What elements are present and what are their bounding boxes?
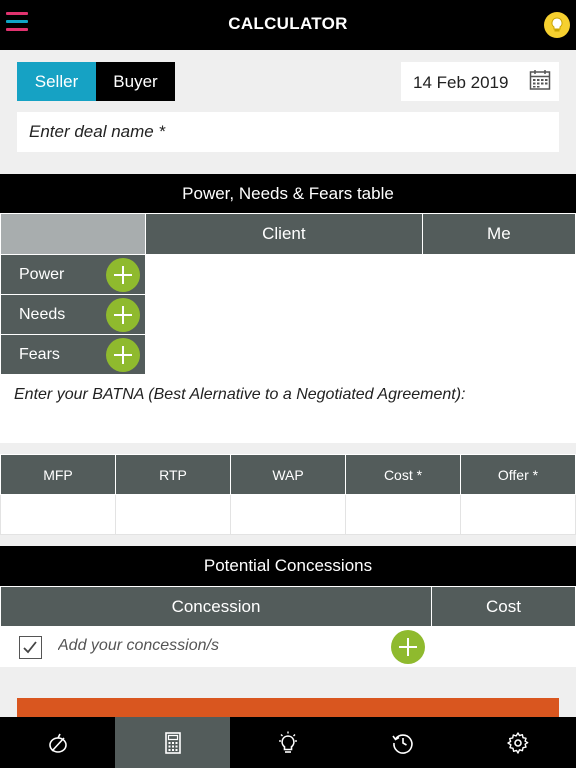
- history-icon: [392, 733, 413, 754]
- pnf-row-fears: Fears: [0, 334, 146, 375]
- concessions-title: Potential Concessions: [0, 546, 576, 586]
- concession-input[interactable]: [58, 637, 378, 655]
- concession-checkbox[interactable]: [19, 636, 42, 659]
- wap-input[interactable]: [230, 494, 346, 535]
- calculator-icon: [164, 731, 181, 754]
- pnf-table: Client Me Power Needs Fears: [0, 213, 576, 375]
- column-rtp: RTP: [115, 454, 231, 495]
- cost-input[interactable]: [345, 494, 461, 535]
- column-wap: WAP: [230, 454, 346, 495]
- pnf-row-needs: Needs: [0, 294, 146, 335]
- lightbulb-icon[interactable]: [544, 12, 570, 38]
- tab-settings[interactable]: [461, 717, 576, 768]
- checkmark-icon: [23, 641, 37, 654]
- tab-history[interactable]: [346, 717, 461, 768]
- fears-client-cell[interactable]: [145, 334, 423, 375]
- fears-me-cell[interactable]: [421, 334, 576, 375]
- deal-name-input[interactable]: [17, 112, 559, 152]
- date-picker[interactable]: 14 Feb 2019: [401, 62, 559, 101]
- needs-me-cell[interactable]: [421, 294, 576, 335]
- column-concession-cost: Cost: [431, 586, 576, 627]
- pnf-row-label: Fears: [19, 345, 60, 363]
- settings-gear-icon: [507, 731, 529, 754]
- pnf-corner-cell: [0, 213, 146, 255]
- page-title: CALCULATOR: [228, 14, 348, 33]
- concessions-table: Concession Cost: [0, 586, 576, 667]
- prices-table: MFP RTP WAP Cost * Offer *: [0, 454, 576, 535]
- power-me-cell[interactable]: [421, 254, 576, 295]
- buyer-toggle[interactable]: Buyer: [96, 62, 175, 101]
- batna-label: Enter your BATNA (Best Alernative to a N…: [14, 386, 466, 403]
- column-concession: Concession: [0, 586, 432, 627]
- pnf-row-power: Power: [0, 254, 146, 295]
- batna-field[interactable]: Enter your BATNA (Best Alernative to a N…: [0, 375, 576, 443]
- power-client-cell[interactable]: [145, 254, 423, 295]
- add-needs-button[interactable]: [106, 298, 140, 332]
- date-value: 14 Feb 2019: [413, 73, 509, 92]
- concession-row: [0, 626, 432, 667]
- column-cost: Cost *: [345, 454, 461, 495]
- seller-toggle[interactable]: Seller: [17, 62, 96, 101]
- pnf-row-label: Power: [19, 265, 65, 283]
- column-mfp: MFP: [0, 454, 116, 495]
- concession-cost-input[interactable]: [431, 626, 576, 667]
- tab-tips[interactable]: [230, 717, 345, 768]
- rtp-input[interactable]: [115, 494, 231, 535]
- add-fears-button[interactable]: [106, 338, 140, 372]
- tab-strategy[interactable]: [0, 717, 115, 768]
- top-bar: CALCULATOR: [0, 0, 576, 50]
- pnf-column-me: Me: [421, 213, 576, 255]
- offer-input[interactable]: [460, 494, 576, 535]
- strategy-icon: [48, 733, 67, 753]
- tab-calculator[interactable]: [115, 717, 231, 768]
- tips-lightbulb-icon: [278, 731, 297, 753]
- calendar-icon: [529, 70, 551, 90]
- pnf-table-title: Power, Needs & Fears table: [0, 174, 576, 214]
- bottom-tab-bar: [0, 717, 576, 768]
- column-offer: Offer *: [460, 454, 576, 495]
- pnf-row-label: Needs: [19, 305, 66, 323]
- add-power-button[interactable]: [106, 258, 140, 292]
- add-concession-button[interactable]: [391, 630, 425, 664]
- mfp-input[interactable]: [0, 494, 116, 535]
- needs-client-cell[interactable]: [145, 294, 423, 335]
- pnf-column-client: Client: [145, 213, 423, 255]
